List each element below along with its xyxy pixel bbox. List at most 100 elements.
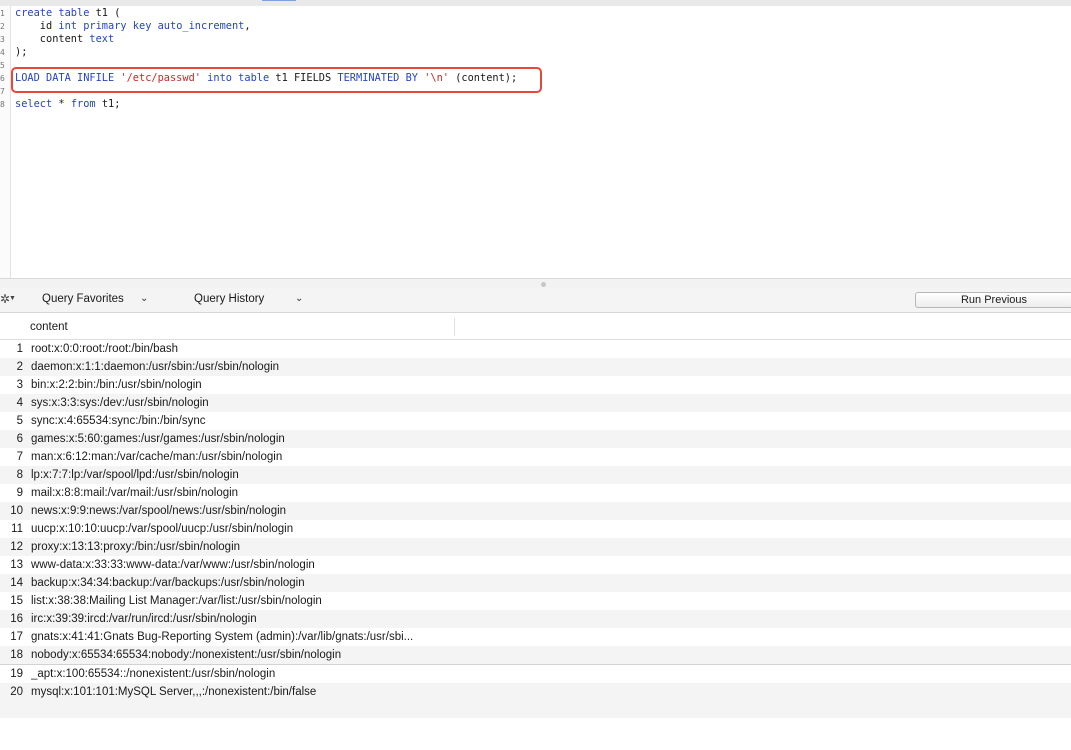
cell-content[interactable]: man:x:6:12:man:/var/cache/man:/usr/sbin/… xyxy=(31,448,449,466)
row-number: 7 xyxy=(16,451,23,463)
table-row[interactable]: 13 www-data:x:33:33:www-data:/var/www:/us… xyxy=(0,556,1071,574)
sql-text: , xyxy=(244,20,251,32)
row-number: 17 xyxy=(10,631,23,643)
sql-text: * xyxy=(52,98,71,110)
line-number: 3 xyxy=(0,35,5,44)
highlight-annotation-box xyxy=(11,67,542,93)
sql-text: t1 ( xyxy=(89,7,121,19)
tab-indicator xyxy=(262,0,296,1)
table-row[interactable]: 10 news:x:9:9:news:/var/spool/news:/usr/s… xyxy=(0,502,1071,520)
cell-content[interactable]: gnats:x:41:41:Gnats Bug-Reporting System… xyxy=(31,628,449,646)
empty-row xyxy=(0,700,1071,718)
row-number: 3 xyxy=(16,379,23,391)
column-header-content[interactable]: content xyxy=(30,321,68,333)
sql-text: id xyxy=(15,20,59,32)
row-number: 16 xyxy=(10,613,23,625)
code-text: create table t1 ( xyxy=(15,7,120,20)
code-line[interactable]: 3 content text xyxy=(0,33,1071,46)
sql-text: ); xyxy=(15,46,28,58)
cell-content[interactable]: mysql:x:101:101:MySQL Server,,,:/nonexis… xyxy=(31,683,449,701)
row-number: 4 xyxy=(16,397,23,409)
code-line[interactable]: 2 id int primary key auto_increment, xyxy=(0,20,1071,33)
table-row[interactable]: 8 lp:x:7:7:lp:/var/spool/lpd:/usr/sbin/no… xyxy=(0,466,1071,484)
table-row[interactable]: 12 proxy:x:13:13:proxy:/bin:/usr/sbin/nol… xyxy=(0,538,1071,556)
caret-down-icon: ▼ xyxy=(9,295,16,302)
row-number: 6 xyxy=(16,433,23,445)
line-number: 8 xyxy=(0,100,5,109)
table-row[interactable]: 18 nobody:x:65534:65534:nobody:/nonexiste… xyxy=(0,646,1071,664)
table-row[interactable]: 15 list:x:38:38:Mailing List Manager:/var… xyxy=(0,592,1071,610)
cell-content[interactable]: root:x:0:0:root:/root:/bin/bash xyxy=(31,340,449,358)
cell-content[interactable]: news:x:9:9:news:/var/spool/news:/usr/sbi… xyxy=(31,502,449,520)
row-number: 11 xyxy=(11,523,23,535)
query-editor[interactable]: 1 create table t1 (2 id int primary key a… xyxy=(0,6,1071,278)
cell-content[interactable]: lp:x:7:7:lp:/var/spool/lpd:/usr/sbin/nol… xyxy=(31,466,449,484)
line-number: 1 xyxy=(0,9,5,18)
cell-content[interactable]: bin:x:2:2:bin:/bin:/usr/sbin/nologin xyxy=(31,376,449,394)
table-row[interactable]: 14 backup:x:34:34:backup:/var/backups:/us… xyxy=(0,574,1071,592)
line-number: 6 xyxy=(0,74,5,83)
code-text: id int primary key auto_increment, xyxy=(15,20,251,33)
query-favorites-menu[interactable]: Query Favorites xyxy=(42,293,124,305)
line-number: 7 xyxy=(0,87,5,96)
row-number: 19 xyxy=(10,668,23,680)
row-number: 1 xyxy=(16,343,23,355)
code-text: select * from t1; xyxy=(15,98,120,111)
code-text: content text xyxy=(15,33,114,46)
sql-keyword: create table xyxy=(15,7,90,19)
table-row[interactable]: 2 daemon:x:1:1:daemon:/usr/sbin:/usr/sbin… xyxy=(0,358,1071,376)
chevron-down-icon[interactable]: ⌄ xyxy=(295,293,303,304)
table-row[interactable]: 16 irc:x:39:39:ircd:/var/run/ircd:/usr/sb… xyxy=(0,610,1071,628)
cell-content[interactable]: mail:x:8:8:mail:/var/mail:/usr/sbin/nolo… xyxy=(31,484,449,502)
table-row[interactable]: 1 root:x:0:0:root:/root:/bin/bash xyxy=(0,340,1071,358)
cell-content[interactable]: www-data:x:33:33:www-data:/var/www:/usr/… xyxy=(31,556,449,574)
sql-text: t1; xyxy=(95,98,121,110)
row-number: 18 xyxy=(10,649,23,661)
sql-keyword: select xyxy=(15,98,53,110)
cell-content[interactable]: nobody:x:65534:65534:nobody:/nonexistent… xyxy=(31,646,449,664)
results-bottom xyxy=(0,737,1071,750)
line-number: 2 xyxy=(0,22,5,31)
line-number: 4 xyxy=(0,48,5,57)
query-history-menu[interactable]: Query History xyxy=(194,293,264,305)
cell-content[interactable]: daemon:x:1:1:daemon:/usr/sbin:/usr/sbin/… xyxy=(31,358,449,376)
row-number: 8 xyxy=(16,469,23,481)
cell-content[interactable]: uucp:x:10:10:uucp:/var/spool/uucp:/usr/s… xyxy=(31,520,449,538)
sql-keyword: from xyxy=(70,98,96,110)
cell-content[interactable]: backup:x:34:34:backup:/var/backups:/usr/… xyxy=(31,574,449,592)
run-previous-button[interactable]: Run Previous xyxy=(915,292,1071,308)
code-line[interactable]: 8 select * from t1; xyxy=(0,98,1071,111)
column-divider[interactable] xyxy=(454,318,455,336)
cell-content[interactable]: list:x:38:38:Mailing List Manager:/var/l… xyxy=(31,592,449,610)
sql-keyword: int primary key auto_increment xyxy=(58,20,245,32)
sql-keyword: text xyxy=(89,33,115,45)
cell-content[interactable]: sync:x:4:65534:sync:/bin:/bin/sync xyxy=(31,412,449,430)
table-row[interactable]: 20 mysql:x:101:101:MySQL Server,,,:/nonex… xyxy=(0,683,1071,701)
query-toolbar: ✲ ▼ Query Favorites ⌄ Query History ⌄ Ru… xyxy=(0,288,1071,313)
table-row[interactable]: 6 games:x:5:60:games:/usr/games:/usr/sbin… xyxy=(0,430,1071,448)
table-row[interactable]: 11 uucp:x:10:10:uucp:/var/spool/uucp:/usr… xyxy=(0,520,1071,538)
row-number: 10 xyxy=(10,505,23,517)
cell-content[interactable]: sys:x:3:3:sys:/dev:/usr/sbin/nologin xyxy=(31,394,449,412)
results-table: 1 root:x:0:0:root:/root:/bin/bash 2 daemon:… xyxy=(0,340,1071,701)
table-row[interactable]: 19 _apt:x:100:65534::/nonexistent:/usr/sb… xyxy=(0,664,1071,683)
row-number: 15 xyxy=(10,595,23,607)
table-row[interactable]: 5 sync:x:4:65534:sync:/bin:/bin/sync xyxy=(0,412,1071,430)
table-row[interactable]: 7 man:x:6:12:man:/var/cache/man:/usr/sbin… xyxy=(0,448,1071,466)
code-line[interactable]: 4); xyxy=(0,46,1071,59)
row-number: 2 xyxy=(16,361,23,373)
splitter-handle[interactable] xyxy=(541,282,546,287)
cell-content[interactable]: proxy:x:13:13:proxy:/bin:/usr/sbin/nolog… xyxy=(31,538,449,556)
table-row[interactable]: 9 mail:x:8:8:mail:/var/mail:/usr/sbin/nol… xyxy=(0,484,1071,502)
row-number: 20 xyxy=(10,686,23,698)
table-row[interactable]: 3 bin:x:2:2:bin:/bin:/usr/sbin/nologin xyxy=(0,376,1071,394)
table-row[interactable]: 17 gnats:x:41:41:Gnats Bug-Reporting Syst… xyxy=(0,628,1071,646)
cell-content[interactable]: _apt:x:100:65534::/nonexistent:/usr/sbin… xyxy=(31,665,449,683)
chevron-down-icon[interactable]: ⌄ xyxy=(140,293,148,304)
row-number: 13 xyxy=(10,559,23,571)
code-line[interactable]: 1 create table t1 ( xyxy=(0,7,1071,20)
table-row[interactable]: 4 sys:x:3:3:sys:/dev:/usr/sbin/nologin xyxy=(0,394,1071,412)
cell-content[interactable]: irc:x:39:39:ircd:/var/run/ircd:/usr/sbin… xyxy=(31,610,449,628)
row-number: 9 xyxy=(16,487,23,499)
cell-content[interactable]: games:x:5:60:games:/usr/games:/usr/sbin/… xyxy=(31,430,449,448)
